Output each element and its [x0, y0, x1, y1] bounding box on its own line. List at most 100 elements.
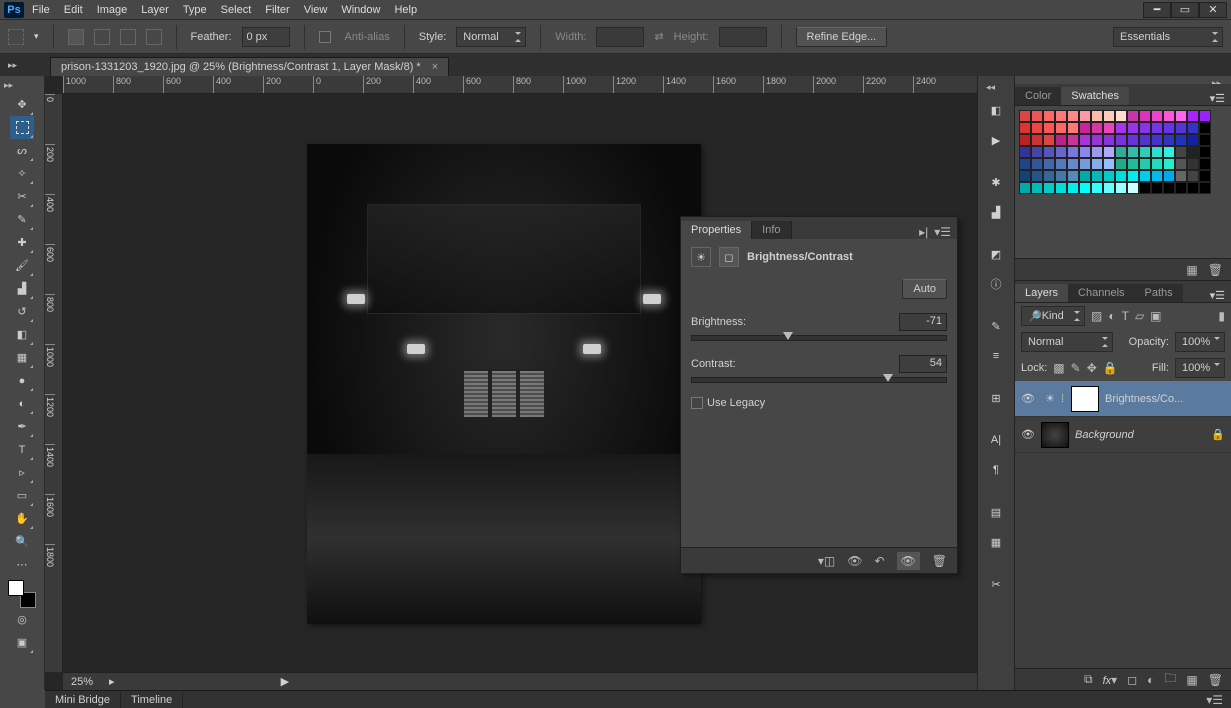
paragraph-panel-icon[interactable]: ≡	[982, 343, 1010, 369]
swatch[interactable]	[1091, 110, 1103, 122]
swatch[interactable]	[1043, 182, 1055, 194]
swatch[interactable]	[1199, 110, 1211, 122]
info-panel-icon[interactable]: ⓘ	[982, 271, 1010, 297]
swatch[interactable]	[1151, 158, 1163, 170]
view-previous-icon[interactable]: 👁	[847, 554, 862, 568]
visibility-icon[interactable]: 👁	[1021, 428, 1035, 441]
swatch[interactable]	[1019, 122, 1031, 134]
swatch[interactable]	[1151, 110, 1163, 122]
shape-tool[interactable]: ▭	[10, 484, 34, 507]
tab-timeline[interactable]: Timeline	[121, 692, 183, 708]
tab-properties[interactable]: Properties	[681, 221, 752, 239]
toggle-visibility-icon[interactable]: 👁	[897, 552, 920, 570]
swatch[interactable]	[1055, 158, 1067, 170]
edit-toolbar-icon[interactable]: ⋯	[10, 553, 34, 576]
link-layers-icon[interactable]: ⧉	[1084, 672, 1093, 687]
swatch[interactable]	[1187, 182, 1199, 194]
collapse-props-icon[interactable]: ▸|	[919, 225, 928, 239]
selection-intersect-icon[interactable]	[146, 29, 162, 45]
swatch[interactable]	[1175, 158, 1187, 170]
swatch[interactable]	[1175, 134, 1187, 146]
swatch[interactable]	[1175, 182, 1187, 194]
swatch[interactable]	[1019, 134, 1031, 146]
swatch[interactable]	[1019, 158, 1031, 170]
zoom-tool[interactable]: 🔍	[10, 530, 34, 553]
pen-tool[interactable]: ✒	[10, 415, 34, 438]
swatch[interactable]	[1139, 134, 1151, 146]
swatch[interactable]	[1067, 182, 1079, 194]
minimize-button[interactable]: ━	[1143, 2, 1171, 18]
use-legacy-checkbox[interactable]	[691, 397, 703, 409]
swatch[interactable]	[1187, 134, 1199, 146]
layer-row[interactable]: 👁☀⁞Brightness/Co...	[1015, 381, 1231, 417]
clone-stamp-tool[interactable]: ▟	[10, 277, 34, 300]
lock-pixels-icon[interactable]: ✎	[1071, 361, 1081, 375]
layer-name[interactable]: Background	[1075, 429, 1134, 441]
swatch[interactable]	[1115, 170, 1127, 182]
swatch[interactable]	[1175, 110, 1187, 122]
swatch[interactable]	[1043, 122, 1055, 134]
swatch[interactable]	[1139, 110, 1151, 122]
menu-filter[interactable]: Filter	[265, 4, 289, 16]
properties-panel[interactable]: Properties Info ▸| ▾☰ ☀ ◻ Brightness/Con…	[680, 216, 958, 574]
visibility-icon[interactable]: 👁	[1021, 392, 1035, 405]
menu-type[interactable]: Type	[183, 4, 207, 16]
swatch[interactable]	[1043, 158, 1055, 170]
delete-adjustment-icon[interactable]: 🗑	[932, 554, 947, 568]
adjustment-layer-icon[interactable]: ◐	[1147, 673, 1154, 687]
swatch[interactable]	[1163, 146, 1175, 158]
swatch[interactable]	[1055, 134, 1067, 146]
swatch[interactable]	[1067, 158, 1079, 170]
filter-adjust-icon[interactable]: ◐	[1108, 309, 1115, 323]
swatch[interactable]	[1067, 146, 1079, 158]
swatch[interactable]	[1139, 146, 1151, 158]
tool-preset-arrow[interactable]: ▾	[34, 31, 39, 42]
layer-name[interactable]: Brightness/Co...	[1105, 393, 1183, 405]
layers-list[interactable]: 👁☀⁞Brightness/Co...👁Background🔒	[1015, 381, 1231, 668]
antialias-checkbox[interactable]	[319, 31, 331, 43]
swatch[interactable]	[1187, 146, 1199, 158]
move-tool[interactable]: ✥	[10, 93, 34, 116]
swatch[interactable]	[1175, 170, 1187, 182]
adjustments-panel-icon[interactable]: ◩	[982, 241, 1010, 267]
tab-mini-bridge[interactable]: Mini Bridge	[45, 692, 121, 708]
swatches-panel-icon[interactable]: ▶	[982, 127, 1010, 153]
swatch[interactable]	[1139, 170, 1151, 182]
zoom-level[interactable]: 25%	[71, 676, 93, 688]
swatch[interactable]	[1055, 146, 1067, 158]
eyedropper-tool[interactable]: ✎	[10, 208, 34, 231]
blend-mode-dropdown[interactable]: Normal	[1021, 332, 1113, 352]
properties-menu-icon[interactable]: ▾☰	[934, 225, 951, 239]
blur-tool[interactable]: ●	[10, 369, 34, 392]
screen-mode-icon[interactable]: ▣	[10, 631, 34, 654]
close-button[interactable]: ✕	[1199, 2, 1227, 18]
swatch[interactable]	[1127, 158, 1139, 170]
contrast-slider[interactable]	[691, 377, 947, 383]
swatch[interactable]	[1031, 182, 1043, 194]
swatch[interactable]	[1163, 182, 1175, 194]
swatch[interactable]	[1079, 158, 1091, 170]
tab-color[interactable]: Color	[1015, 87, 1061, 105]
swatch[interactable]	[1043, 110, 1055, 122]
swatch[interactable]	[1199, 122, 1211, 134]
selection-add-icon[interactable]	[94, 29, 110, 45]
swatch[interactable]	[1199, 146, 1211, 158]
swatch[interactable]	[1067, 110, 1079, 122]
layer-group-icon[interactable]: 🗀	[1164, 669, 1176, 690]
swatch[interactable]	[1019, 146, 1031, 158]
swatch[interactable]	[1103, 110, 1115, 122]
swatch[interactable]	[1163, 170, 1175, 182]
swatch[interactable]	[1091, 146, 1103, 158]
swatch[interactable]	[1043, 146, 1055, 158]
para-styles-icon[interactable]: ¶	[982, 457, 1010, 483]
brush-tool[interactable]: 🖌	[10, 254, 34, 277]
filter-smart-icon[interactable]: ▣	[1150, 309, 1161, 323]
swatch[interactable]	[1139, 182, 1151, 194]
swatch[interactable]	[1163, 122, 1175, 134]
swatch[interactable]	[1079, 170, 1091, 182]
clip-to-layer-icon[interactable]: ▾◫	[818, 554, 835, 568]
swatch[interactable]	[1055, 182, 1067, 194]
swatches-grid[interactable]	[1015, 106, 1231, 198]
swatch[interactable]	[1127, 146, 1139, 158]
mask-icon[interactable]: ◻	[719, 247, 739, 267]
